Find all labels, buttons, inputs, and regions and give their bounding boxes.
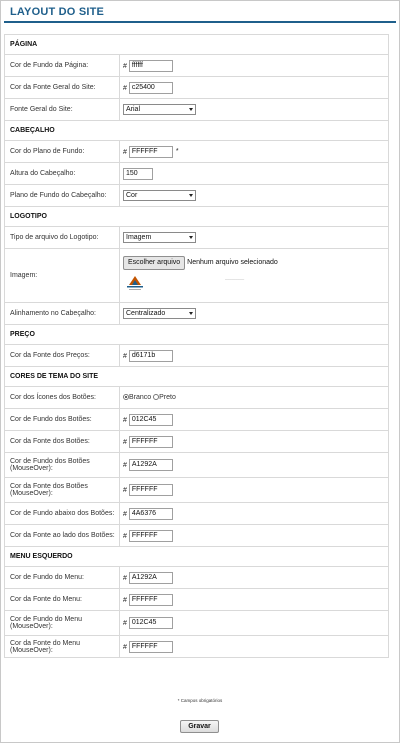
- site-font-color-input[interactable]: c25400: [128, 81, 173, 94]
- site-font-select-value: Arial: [126, 106, 141, 113]
- button-font-hover-color-input[interactable]: FFFFFF: [128, 484, 173, 496]
- hash-prefix: #: [123, 486, 127, 494]
- hash-prefix: #: [123, 416, 127, 424]
- below-buttons-bg-color-label: Cor de Fundo abaixo dos Botões:: [4, 502, 120, 525]
- header-height-label: Altura do Cabeçalho:: [4, 162, 120, 185]
- hash-prefix: #: [123, 596, 127, 604]
- hash-prefix: #: [123, 352, 127, 360]
- choose-file-button[interactable]: Escolher arquivo: [123, 256, 186, 270]
- chevron-down-icon: [189, 108, 193, 111]
- logo-align-select-value: Centralizado: [126, 310, 166, 317]
- section-title-pagina: PÁGINA: [3, 34, 390, 55]
- menu-bg-color-label: Cor de Fundo do Menu:: [4, 566, 120, 589]
- required-fields-note: * Campos obrigatórios: [177, 698, 223, 703]
- menu-bg-color-input[interactable]: A1292A: [128, 571, 173, 584]
- logo-caption-line: ─────────: [225, 277, 245, 281]
- page-title: LAYOUT DO SITE: [10, 6, 105, 18]
- header-bg-color-label: Cor do Plano de Fundo:: [4, 140, 120, 163]
- section-title-cabecalho: CABEÇALHO: [3, 120, 390, 141]
- chevron-down-icon: [189, 312, 193, 315]
- header-bg-type-select[interactable]: Cor: [123, 190, 196, 201]
- logo-image-label: Imagem:: [4, 248, 120, 303]
- button-font-color-label: Cor da Fonte dos Botões:: [4, 430, 120, 453]
- menu-font-hover-color-input[interactable]: FFFFFF: [128, 640, 173, 653]
- logo-align-label: Alinhamento no Cabeçalho:: [4, 302, 120, 325]
- header-height-input[interactable]: 150: [123, 167, 153, 180]
- button-font-hover-color-label: Cor da Fonte dos Botões (MouseOver):: [4, 477, 120, 503]
- chevron-down-icon: [189, 236, 193, 239]
- section-title-menu-esquerdo: MENU ESQUERDO: [3, 546, 390, 567]
- logo-type-label: Tipo de arquivo do Logotipo:: [4, 226, 120, 249]
- required-marker: *: [175, 148, 179, 156]
- menu-font-hover-color-label: Cor da Fonte do Menu (MouseOver):: [4, 635, 120, 658]
- logo-type-select-value: Imagem: [126, 234, 152, 241]
- side-buttons-font-color-label: Cor da Fonte ao lado dos Botões:: [4, 524, 120, 547]
- button-bg-color-input[interactable]: 012C45: [128, 413, 173, 426]
- button-bg-color-label: Cor de Fundo dos Botões:: [4, 408, 120, 431]
- hash-prefix: #: [123, 461, 127, 469]
- menu-bg-hover-color-label: Cor de Fundo do Menu (MouseOver):: [4, 610, 120, 636]
- button-bg-hover-color-input[interactable]: A1292A: [128, 459, 173, 471]
- site-font-label: Fonte Geral do Site:: [4, 98, 120, 121]
- hash-prefix: #: [123, 574, 127, 582]
- hash-prefix: #: [123, 438, 127, 446]
- section-title-preco: PREÇO: [3, 324, 390, 345]
- header-bg-type-select-value: Cor: [126, 192, 138, 199]
- title-divider: [4, 21, 396, 23]
- hash-prefix: #: [123, 62, 127, 70]
- menu-bg-hover-color-input[interactable]: 012C45: [128, 617, 173, 629]
- price-font-color-input[interactable]: d6171b: [128, 349, 173, 362]
- menu-font-color-input[interactable]: FFFFFF: [128, 593, 173, 606]
- button-icons-color-label: Cor dos Ícones dos Botões:: [4, 386, 120, 409]
- below-buttons-bg-color-input[interactable]: 4A6376: [128, 507, 173, 520]
- hash-prefix: #: [123, 619, 127, 627]
- hash-prefix: #: [123, 532, 127, 540]
- button-bg-hover-color-label: Cor de Fundo dos Botões (MouseOver):: [4, 452, 120, 478]
- site-font-color-label: Cor da Fonte Geral do Site:: [4, 76, 120, 99]
- section-title-logotipo: LOGOTIPO: [3, 206, 390, 227]
- logo-align-select[interactable]: Centralizado: [123, 308, 196, 319]
- site-font-select[interactable]: Arial: [123, 104, 196, 115]
- hash-prefix: #: [123, 84, 127, 92]
- file-status-text: Nenhum arquivo selecionado: [187, 259, 278, 266]
- layout-form-table: PÁGINA Cor de Fundo da Página: # ffffff …: [3, 34, 390, 658]
- radio-preto-label: Preto: [159, 393, 176, 401]
- save-button[interactable]: Gravar: [180, 720, 219, 733]
- button-font-color-input[interactable]: FFFFFF: [128, 435, 173, 448]
- section-title-cores-tema: CORES DE TEMA DO SITE: [3, 366, 390, 387]
- side-buttons-font-color-input[interactable]: FFFFFF: [128, 529, 173, 542]
- hash-prefix: #: [123, 148, 127, 156]
- page-bg-color-label: Cor de Fundo da Página:: [4, 54, 120, 77]
- header-bg-color-input[interactable]: FFFFFF: [128, 145, 173, 158]
- hash-prefix: #: [123, 510, 127, 518]
- hash-prefix: #: [123, 643, 127, 651]
- logo-type-select[interactable]: Imagem: [123, 232, 196, 243]
- price-font-color-label: Cor da Fonte dos Preços:: [4, 344, 120, 367]
- radio-branco-label: Branco: [129, 393, 152, 401]
- header-bg-type-label: Plano de Fundo do Cabeçalho:: [4, 184, 120, 207]
- menu-font-color-label: Cor da Fonte do Menu:: [4, 588, 120, 611]
- page-bg-color-input[interactable]: ffffff: [128, 59, 173, 72]
- logo-preview: ─────────: [123, 273, 388, 295]
- chevron-down-icon: [189, 194, 193, 197]
- logo-image: [127, 276, 143, 290]
